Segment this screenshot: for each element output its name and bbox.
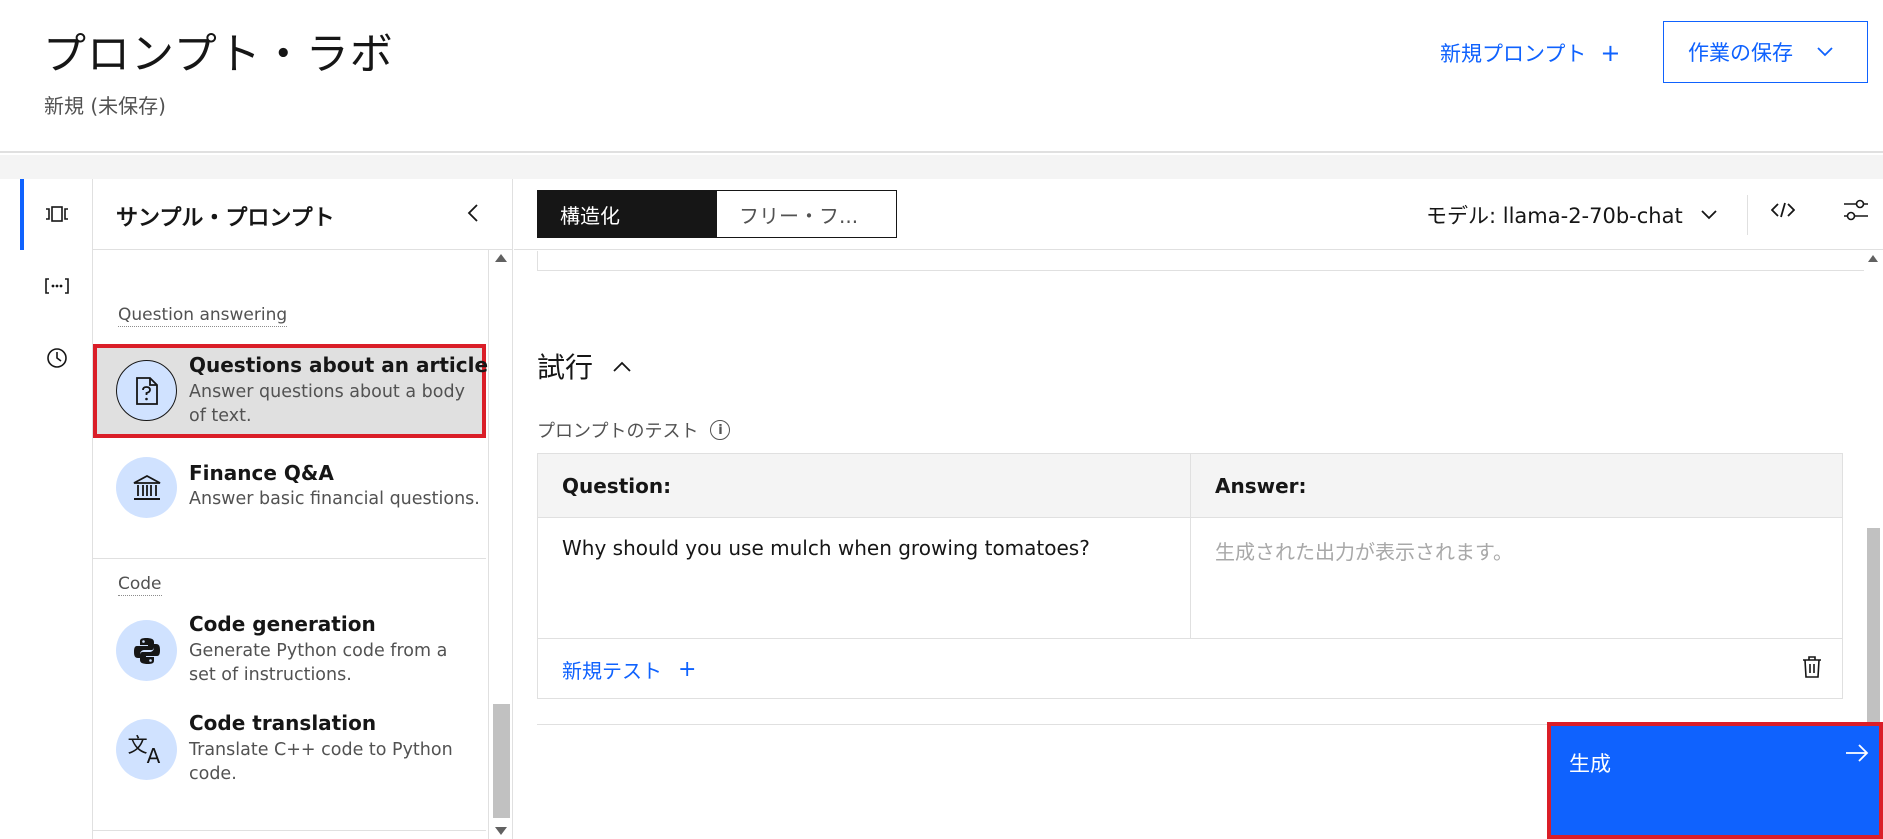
scroll-up-arrow[interactable] — [1868, 255, 1878, 262]
previous-section-box — [537, 251, 1866, 271]
view-code-button[interactable] — [1770, 200, 1796, 224]
mode-freeform-tab[interactable]: フリー・フ... — [717, 191, 896, 237]
generate-button[interactable]: 生成 — [1547, 722, 1883, 839]
scrollbar-thumb[interactable] — [493, 704, 510, 818]
sample-prompts-panel: サンプル・プロンプト Question answering Questions … — [93, 179, 513, 839]
delete-test-button[interactable] — [1802, 655, 1822, 683]
answer-output: 生成された出力が表示されます。 — [1215, 540, 1513, 564]
prompt-test-text: プロンプトのテスト — [537, 421, 699, 442]
chevron-down-icon — [1817, 47, 1833, 57]
code-icon — [1770, 202, 1796, 218]
sample-prompt-title: Code translation — [189, 711, 377, 735]
mode-switcher: 構造化 フリー・フ... — [537, 190, 897, 238]
section-label-question-answering: Question answering — [118, 305, 288, 327]
sample-prompt-title: Questions about an article — [189, 353, 489, 377]
plus-icon: + — [1600, 39, 1621, 67]
question-input[interactable]: Why should you use mulch when growing to… — [538, 518, 1190, 638]
chevron-down-icon — [1701, 210, 1717, 220]
editor-toolbar: 構造化 フリー・フ... モデル: llama-2-70b-chat — [514, 179, 1883, 250]
new-test-label: 新規テスト — [562, 659, 662, 683]
python-icon — [116, 620, 177, 681]
translate-icon: 文A — [116, 719, 177, 780]
chevron-up-icon — [613, 361, 631, 372]
section-label-code: Code — [118, 574, 162, 596]
chevron-left-icon — [467, 204, 478, 222]
panel-title: サンプル・プロンプト — [116, 206, 335, 231]
try-heading: 試行 — [537, 351, 594, 384]
column-header-answer: Answer: — [1191, 454, 1842, 518]
collapse-panel-button[interactable] — [467, 201, 479, 229]
bank-icon — [116, 457, 177, 518]
page-title: プロンプト・ラボ — [43, 30, 394, 80]
sample-prompt-title: Code generation — [189, 612, 376, 636]
save-work-label: 作業の保存 — [1688, 41, 1793, 65]
sample-prompt-code-translation[interactable]: 文A Code translation Translate C++ code t… — [93, 711, 486, 801]
scroll-down-arrow[interactable] — [495, 827, 507, 835]
document-question-icon — [116, 360, 177, 421]
mode-structured-tab[interactable]: 構造化 — [538, 191, 717, 237]
new-test-button[interactable]: 新規テスト + — [562, 655, 696, 684]
new-prompt-button[interactable]: 新規プロンプト + — [1440, 38, 1620, 68]
sample-prompt-finance-qa[interactable]: Finance Q&A Answer basic financial quest… — [93, 449, 486, 529]
arrow-right-icon — [1846, 744, 1869, 762]
model-selector[interactable]: モデル: llama-2-70b-chat — [1426, 200, 1717, 230]
page-subtitle: 新規 (未保存) — [44, 94, 166, 118]
header-gap — [0, 155, 1883, 179]
left-rail — [20, 179, 93, 839]
model-parameters-button[interactable] — [1843, 198, 1869, 228]
sample-prompt-questions-about-article[interactable]: Questions about an article Answer questi… — [93, 344, 489, 438]
save-work-button[interactable]: 作業の保存 — [1663, 21, 1868, 83]
info-icon[interactable]: i — [710, 420, 731, 440]
scrollbar-thumb[interactable] — [1867, 528, 1880, 723]
page-header: プロンプト・ラボ 新規 (未保存) 新規プロンプト + 作業の保存 — [0, 0, 1883, 153]
section-divider — [93, 558, 486, 559]
section-divider — [93, 830, 486, 831]
column-header-question: Question: — [538, 454, 1190, 518]
scroll-up-arrow[interactable] — [495, 254, 507, 262]
rail-active-indicator — [20, 179, 24, 250]
sample-prompt-desc: Translate C++ code to Python code. — [189, 740, 453, 784]
toolbar-divider — [1747, 195, 1748, 235]
sample-prompts-icon[interactable] — [42, 199, 72, 229]
table-footer: 新規テスト + — [538, 638, 1842, 698]
panel-header: サンプル・プロンプト — [93, 179, 512, 250]
panel-scrollbar[interactable] — [488, 250, 512, 839]
plus-icon: + — [678, 656, 697, 682]
generate-label: 生成 — [1569, 752, 1611, 776]
trash-icon — [1803, 656, 1821, 678]
try-section-toggle[interactable]: 試行 — [537, 346, 631, 386]
sample-prompt-desc: Answer questions about a body of text. — [189, 382, 465, 426]
variables-icon[interactable] — [42, 271, 72, 301]
sliders-icon — [1844, 199, 1868, 221]
sample-prompt-desc: Generate Python code from a set of instr… — [189, 641, 448, 685]
history-icon[interactable] — [42, 343, 72, 373]
new-prompt-label: 新規プロンプト — [1440, 42, 1587, 66]
sample-prompt-code-generation[interactable]: Code generation Generate Python code fro… — [93, 612, 486, 702]
test-table: Question: Answer: Why should you use mul… — [537, 453, 1843, 699]
model-label: モデル: llama-2-70b-chat — [1426, 204, 1683, 228]
sample-prompt-desc: Answer basic financial questions. — [189, 489, 480, 509]
prompt-test-label: プロンプトのテスト i — [537, 417, 731, 443]
sample-prompt-title: Finance Q&A — [189, 461, 334, 485]
